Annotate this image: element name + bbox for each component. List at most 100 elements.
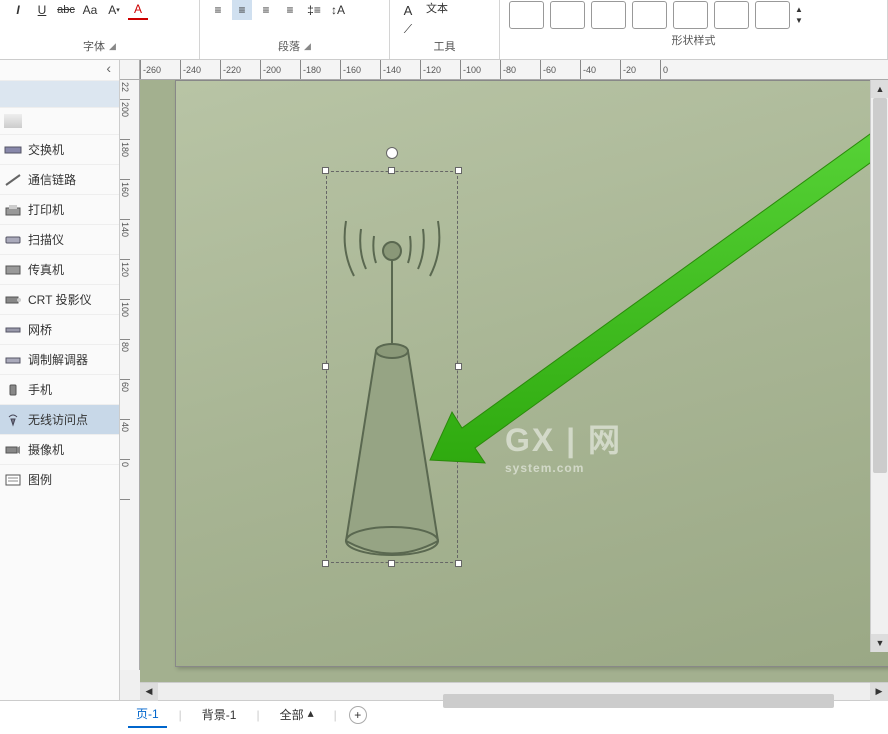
resize-handle-tm[interactable] [388, 167, 395, 174]
connector-button[interactable]: ⟋ [398, 22, 418, 37]
stencil-label: 图例 [28, 471, 52, 488]
shapestyles-group-label: 形状样式 [672, 32, 716, 48]
stencil-list: 交换机 通信链路 打印机 扫描仪 传真机 CRT 投影仪 网桥 调制解调器 手机… [0, 80, 119, 700]
font-dialog-launcher[interactable]: ◢ [109, 41, 116, 52]
stencil-item-bridge[interactable]: 网桥 [0, 314, 119, 344]
scroll-left-button[interactable]: ◀ [140, 683, 158, 701]
align-left-button[interactable]: ≡ [208, 0, 228, 20]
horizontal-ruler[interactable]: -260 -240 -220 -200 -180 -160 -140 -120 … [140, 60, 888, 80]
stencil-item-phone[interactable]: 手机 [0, 374, 119, 404]
font-color-button[interactable]: A [128, 0, 148, 20]
scroll-track-v[interactable] [871, 98, 888, 634]
shape-style-1[interactable] [509, 1, 544, 29]
resize-handle-tr[interactable] [455, 167, 462, 174]
ribbon-group-paragraph: ≡ ≡ ≡ ≡ ‡≡ ↕A 段落◢ [200, 0, 390, 59]
stencil-item-modem[interactable]: 调制解调器 [0, 344, 119, 374]
horizontal-scrollbar[interactable]: ◀ ▶ [140, 682, 888, 700]
shape-style-3[interactable] [591, 1, 626, 29]
drawing-page[interactable] [175, 80, 888, 667]
shape-style-4[interactable] [632, 1, 667, 29]
tab-all[interactable]: 全部▴ [272, 702, 322, 727]
tab-background-1[interactable]: 背景-1 [194, 702, 245, 727]
scroll-up-button[interactable]: ▲ [871, 80, 888, 98]
stencil-label: 摄像机 [28, 441, 64, 458]
rotate-handle[interactable] [386, 147, 398, 159]
shape-style-2[interactable] [550, 1, 585, 29]
shape-styles-gallery[interactable]: ▲ ▼ [508, 0, 879, 30]
add-page-button[interactable]: + [349, 706, 367, 724]
tools-group-label: 工具 [434, 38, 456, 54]
resize-handle-br[interactable] [455, 560, 462, 567]
sidebar-collapse-button[interactable]: ‹ [0, 60, 119, 80]
line-spacing-button[interactable]: ‡≡ [304, 0, 324, 20]
main-area: ‹ 交换机 通信链路 打印机 扫描仪 传真机 CRT 投影仪 网桥 调制解调器 … [0, 60, 888, 700]
stencil-label: 扫描仪 [28, 231, 64, 248]
stencil-item-blank2[interactable] [0, 107, 119, 134]
stencil-label: 通信链路 [28, 171, 76, 188]
shape-style-7[interactable] [755, 1, 790, 29]
stencil-item-printer[interactable]: 打印机 [0, 194, 119, 224]
stencil-item-comm-link[interactable]: 通信链路 [0, 164, 119, 194]
shape-style-6[interactable] [714, 1, 749, 29]
tab-page-1[interactable]: 页-1 [128, 701, 167, 728]
font-size-button[interactable]: A▾ [104, 0, 124, 20]
align-justify-button[interactable]: ≡ [280, 0, 300, 20]
underline-button[interactable]: U [32, 0, 52, 20]
stencil-label: 交换机 [28, 141, 64, 158]
ruler-corner [120, 60, 140, 80]
textbox-button[interactable]: A [398, 0, 418, 20]
font-case-button[interactable]: Aa [80, 0, 100, 20]
stencil-label: 网桥 [28, 321, 52, 338]
stencil-item-wireless-ap[interactable]: 无线访问点 [0, 404, 119, 434]
ribbon-bar: I U abc Aa A▾ A 字体◢ ≡ ≡ ≡ ≡ ‡≡ ↕A 段落◢ A … [0, 0, 888, 60]
align-center-button[interactable]: ≡ [232, 0, 252, 20]
scroll-thumb-v[interactable] [873, 98, 887, 473]
paragraph-dialog-launcher[interactable]: ◢ [304, 41, 311, 52]
ribbon-group-font: I U abc Aa A▾ A 字体 ◢ [0, 0, 200, 59]
stencil-label: 无线访问点 [28, 411, 88, 428]
bridge-icon [4, 323, 22, 337]
shapes-sidebar: ‹ 交换机 通信链路 打印机 扫描仪 传真机 CRT 投影仪 网桥 调制解调器 … [0, 60, 120, 700]
ribbon-group-shapestyles: ▲ ▼ 形状样式 [500, 0, 888, 59]
stencil-item-legend[interactable]: 图例 [0, 464, 119, 494]
canvas-viewport[interactable]: GX | 网 system.com [140, 80, 888, 682]
text-direction-button[interactable]: ↕A [328, 0, 348, 20]
stencil-label: 调制解调器 [28, 351, 88, 368]
camera-icon [4, 443, 22, 457]
resize-handle-bm[interactable] [388, 560, 395, 567]
stencil-item-fax[interactable]: 传真机 [0, 254, 119, 284]
shape-style-5[interactable] [673, 1, 708, 29]
wireless-ap-shape[interactable] [326, 171, 458, 563]
stencil-label: 打印机 [28, 201, 64, 218]
strikethrough-button[interactable]: abc [56, 0, 76, 20]
selection-box [326, 171, 458, 563]
projector-icon [4, 293, 22, 307]
wireless-icon [4, 413, 22, 427]
stencil-item-blank1[interactable] [0, 80, 119, 107]
align-right-button[interactable]: ≡ [256, 0, 276, 20]
scroll-right-button[interactable]: ▶ [870, 683, 888, 701]
resize-handle-tl[interactable] [322, 167, 329, 174]
printer-icon [4, 203, 22, 217]
stencil-label: 传真机 [28, 261, 64, 278]
stencil-item-scanner[interactable]: 扫描仪 [0, 224, 119, 254]
font-group-label: 字体 [83, 38, 105, 54]
vertical-scrollbar[interactable]: ▲ ▼ [870, 80, 888, 652]
textbox-label: 文本 [426, 0, 448, 20]
stencil-item-switch[interactable]: 交换机 [0, 134, 119, 164]
resize-handle-mr[interactable] [455, 363, 462, 370]
scroll-thumb-h[interactable] [443, 694, 835, 708]
resize-handle-ml[interactable] [322, 363, 329, 370]
scroll-down-button[interactable]: ▼ [871, 634, 888, 652]
gallery-down-button[interactable]: ▼ [795, 16, 803, 25]
resize-handle-bl[interactable] [322, 560, 329, 567]
phone-icon [4, 383, 22, 397]
canvas-area: -260 -240 -220 -200 -180 -160 -140 -120 … [120, 60, 888, 700]
italic-button[interactable]: I [8, 0, 28, 20]
gallery-up-button[interactable]: ▲ [795, 5, 803, 14]
stencil-item-camera[interactable]: 摄像机 [0, 434, 119, 464]
stencil-item-crt-projector[interactable]: CRT 投影仪 [0, 284, 119, 314]
stencil-label: 手机 [28, 381, 52, 398]
vertical-ruler[interactable]: 22 200 180 160 140 120 100 80 60 40 0 [120, 80, 140, 670]
stencil-label: CRT 投影仪 [28, 291, 92, 308]
